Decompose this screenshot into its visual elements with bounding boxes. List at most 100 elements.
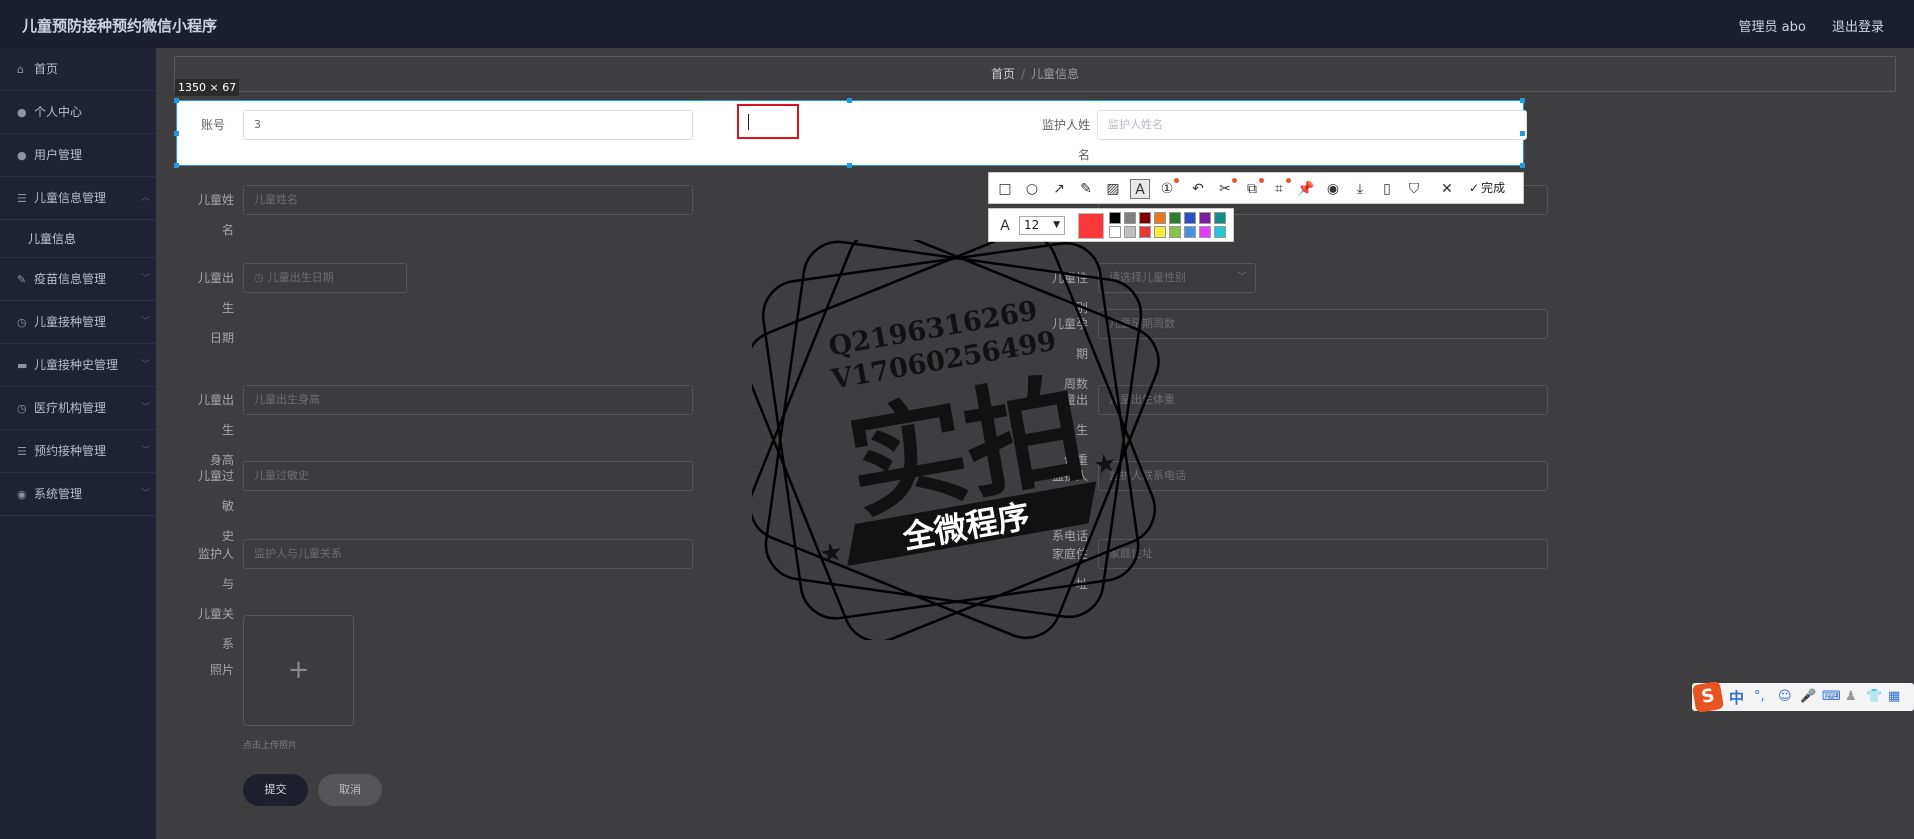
apps-icon[interactable]: ▦ (1888, 689, 1900, 704)
birth-height-input[interactable]: 儿童出生身高 (243, 385, 693, 415)
cancel-button[interactable]: 取消 (318, 774, 382, 806)
keyboard-icon[interactable]: ⌨ (1822, 689, 1841, 704)
resize-handle[interactable] (174, 98, 179, 103)
color-swatch[interactable] (1154, 226, 1166, 238)
address-input[interactable]: 家庭住址 (1098, 539, 1548, 569)
sidebar-item-home[interactable]: ⌂ 首页 (0, 48, 156, 91)
color-swatch[interactable] (1214, 212, 1226, 224)
text-tool-icon[interactable]: A (1130, 179, 1150, 199)
sidebar-item-vaccine[interactable]: ✎ 疫苗信息管理 ﹀ (0, 258, 156, 301)
number-tool-icon[interactable]: ① (1157, 178, 1179, 199)
check-icon: ✓ (1469, 181, 1480, 195)
relation-label: 监护人与 儿童关系 (197, 547, 234, 651)
sogou-logo-icon[interactable]: S (1691, 680, 1725, 714)
sidebar-subitem-child-info[interactable]: 儿童信息 (0, 220, 156, 258)
child-name-input[interactable]: 儿童姓名 (243, 185, 693, 215)
gestation-input[interactable]: 儿童孕期周数 (1098, 309, 1548, 339)
color-swatch[interactable] (1184, 212, 1196, 224)
breadcrumb-home[interactable]: 首页 (991, 67, 1015, 81)
color-swatch[interactable] (1199, 226, 1211, 238)
top-header: 儿童预防接种预约微信小程序 管理员 abo 退出登录 (0, 0, 1914, 48)
color-swatch[interactable] (1109, 212, 1121, 224)
relation-input[interactable]: 监护人与儿童关系 (243, 539, 693, 569)
chevron-down-icon: ﹀ (140, 274, 150, 284)
sidebar-item-users[interactable]: ● 用户管理 (0, 134, 156, 177)
sidebar-item-profile[interactable]: ● 个人中心 (0, 91, 156, 134)
resize-handle[interactable] (1520, 98, 1525, 103)
record-icon[interactable]: ◉ (1323, 179, 1343, 199)
birth-date-picker[interactable]: ◷ 儿童出生日期 (243, 263, 407, 293)
pencil-tool-icon[interactable]: ✎ (1076, 179, 1096, 199)
sidebar-item-institution[interactable]: ◷ 医疗机构管理 ﹀ (0, 387, 156, 430)
done-button[interactable]: ✓ 完成 (1469, 173, 1505, 203)
guardian-name-input[interactable]: 监护人姓名 (1097, 110, 1527, 140)
upload-tip: 点击上传照片 (243, 741, 298, 751)
color-swatch[interactable] (1199, 212, 1211, 224)
logout-link[interactable]: 退出登录 (1832, 20, 1884, 35)
user-icon: ● (17, 149, 27, 162)
edit-icon: ✎ (17, 273, 27, 286)
sidebar-item-system[interactable]: ◉ 系统管理 ﹀ (0, 473, 156, 516)
user-icon[interactable]: ♟ (1845, 689, 1857, 704)
dropdown-arrow-icon: ▼ (1053, 220, 1060, 230)
phone-icon[interactable]: ▯ (1377, 179, 1397, 199)
ellipse-tool-icon[interactable]: ○ (1022, 179, 1042, 199)
color-swatch[interactable] (1184, 226, 1196, 238)
watermark-stamp: Q2196316269 V17060256499 实拍 全微程序 ★ ★ (745, 228, 1162, 643)
current-color-swatch[interactable] (1078, 213, 1104, 239)
mic-icon[interactable]: 🎤 (1800, 689, 1816, 704)
pin-icon[interactable]: 📌 (1296, 179, 1316, 199)
ime-mode-toggle[interactable]: 中 (1729, 687, 1744, 708)
annotation-text-box[interactable] (737, 104, 799, 139)
color-swatch[interactable] (1214, 226, 1226, 238)
color-swatch[interactable] (1154, 212, 1166, 224)
sidebar-item-child-info[interactable]: ☰ 儿童信息管理 ︿ (0, 177, 156, 220)
translate-icon[interactable]: ⧉ (1242, 178, 1264, 199)
sidebar-item-history[interactable]: ▬ 儿童接种史管理 ﹀ (0, 344, 156, 387)
ime-toolbar: S 中 °, ☺ 🎤 ⌨ ♟ 👕 ▦ (1691, 680, 1914, 714)
skin-icon[interactable]: 👕 (1866, 689, 1882, 704)
color-swatch[interactable] (1169, 212, 1181, 224)
resize-handle[interactable] (174, 163, 179, 168)
sidebar-item-appointment[interactable]: ☰ 预约接种管理 ﹀ (0, 430, 156, 473)
chevron-down-icon: ﹀ (140, 489, 150, 499)
chevron-up-icon: ︿ (140, 193, 150, 203)
photo-upload[interactable]: + (243, 615, 354, 726)
allergy-input[interactable]: 儿童过敏史 (243, 461, 693, 491)
child-name-label: 儿童姓名 (197, 193, 234, 237)
rectangle-tool-icon[interactable]: □ (995, 179, 1015, 199)
birth-weight-input[interactable]: 儿童出生体重 (1098, 385, 1548, 415)
ocr-icon[interactable]: ⌗ (1269, 178, 1291, 199)
font-size-select[interactable]: 12 ▼ (1019, 216, 1065, 235)
list-icon: ☰ (17, 192, 27, 205)
screenshot-selection[interactable]: 账号 3 监护人姓名 监护人姓名 (176, 100, 1527, 166)
mosaic-tool-icon[interactable]: ▨ (1103, 179, 1123, 199)
color-swatch[interactable] (1124, 212, 1136, 224)
guardian-phone-input[interactable]: 监护人联系电话 (1098, 461, 1548, 491)
resize-handle[interactable] (847, 163, 852, 168)
scissors-icon[interactable]: ✂ (1215, 178, 1237, 199)
account-input[interactable]: 3 (243, 110, 693, 140)
close-icon[interactable]: ✕ (1437, 179, 1457, 199)
resize-handle[interactable] (174, 131, 179, 136)
arrow-tool-icon[interactable]: ↗ (1049, 179, 1069, 199)
settings-icon: ◉ (17, 488, 27, 501)
admin-user-label[interactable]: 管理员 abo (1739, 20, 1806, 35)
punctuation-icon[interactable]: °, (1754, 689, 1765, 704)
bookmark-icon[interactable]: ⛉ (1404, 179, 1424, 199)
guardian-name-label: 监护人姓名 (1041, 118, 1090, 162)
resize-handle[interactable] (847, 98, 852, 103)
color-swatch[interactable] (1139, 226, 1151, 238)
resize-handle[interactable] (1520, 163, 1525, 168)
color-swatch[interactable] (1139, 212, 1151, 224)
download-icon[interactable]: ⤓ (1350, 179, 1370, 199)
resize-handle[interactable] (1520, 131, 1525, 136)
submit-button[interactable]: 提交 (243, 774, 308, 806)
emoji-icon[interactable]: ☺ (1778, 689, 1792, 704)
undo-icon[interactable]: ↶ (1188, 179, 1208, 199)
clock-icon: ◷ (17, 316, 27, 329)
sidebar-item-vaccination[interactable]: ◷ 儿童接种管理 ﹀ (0, 301, 156, 344)
color-swatch[interactable] (1169, 226, 1181, 238)
color-swatch[interactable] (1124, 226, 1136, 238)
color-swatch[interactable] (1109, 226, 1121, 238)
